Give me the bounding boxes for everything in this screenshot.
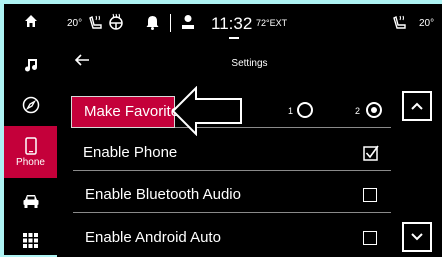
- home-icon: [24, 14, 37, 27]
- left-temp: 20°: [67, 18, 83, 29]
- make-favorite-button[interactable]: Make Favorite: [71, 96, 179, 128]
- radio-label-1: 1: [288, 106, 294, 116]
- checkbox[interactable]: [363, 231, 377, 245]
- radio-label-2: 2: [355, 106, 361, 116]
- clock-underline: [229, 37, 239, 39]
- favorite-radio-2[interactable]: [366, 102, 382, 118]
- page-title: Settings: [231, 58, 268, 69]
- heated-seat-icon[interactable]: [88, 15, 104, 31]
- user-icon[interactable]: [181, 14, 195, 30]
- sidebar-item-navigation[interactable]: [4, 88, 57, 121]
- chevron-up-icon: [411, 102, 423, 110]
- settings-panel: Settings 1 2 Enable Phone Enable Bluetoo…: [57, 45, 442, 257]
- arrow-callout-icon: [171, 86, 242, 136]
- row-label: Make Favorite: [84, 103, 180, 120]
- scroll-down-button[interactable]: [402, 222, 432, 252]
- status-divider: [170, 14, 171, 32]
- sidebar-item-home[interactable]: [4, 4, 57, 37]
- sidebar-item-music[interactable]: [4, 48, 57, 81]
- screen-frame: Phone 20° 11:32 72°EXT 20° Settings 1 2 …: [0, 0, 442, 257]
- compass-icon: [22, 96, 39, 113]
- sidebar-item-apps[interactable]: [4, 226, 57, 255]
- sidebar-item-vehicle[interactable]: [4, 184, 57, 217]
- sidebar: Phone: [4, 4, 57, 255]
- checkbox-checked[interactable]: [363, 145, 379, 161]
- row-label: Enable Bluetooth Audio: [85, 186, 241, 203]
- checkbox[interactable]: [363, 188, 377, 202]
- heated-wheel-icon[interactable]: [107, 13, 125, 31]
- status-bar: 20° 11:32 72°EXT 20°: [57, 4, 442, 45]
- scroll-up-button[interactable]: [402, 91, 432, 121]
- row-label: Enable Android Auto: [85, 229, 221, 246]
- sidebar-item-phone[interactable]: Phone: [4, 126, 57, 178]
- right-temp: 20°: [419, 18, 435, 29]
- chevron-down-icon: [411, 233, 423, 241]
- music-note-icon: [24, 58, 37, 71]
- heated-seat-icon[interactable]: [392, 15, 408, 31]
- phone-icon: [24, 136, 37, 155]
- sidebar-item-label: Phone: [16, 156, 45, 168]
- bell-icon[interactable]: [146, 15, 159, 30]
- favorite-radio-1[interactable]: [297, 102, 313, 118]
- grid-icon: [23, 233, 38, 248]
- settings-row-enable-android-auto[interactable]: Enable Android Auto: [73, 221, 391, 255]
- car-icon: [23, 194, 38, 208]
- exterior-temp: 72°EXT: [256, 18, 288, 28]
- row-label: Enable Phone: [83, 144, 178, 161]
- settings-row-enable-phone[interactable]: Enable Phone: [73, 136, 391, 171]
- clock: 11:32: [211, 14, 253, 33]
- settings-row-enable-bluetooth-audio[interactable]: Enable Bluetooth Audio: [73, 178, 391, 213]
